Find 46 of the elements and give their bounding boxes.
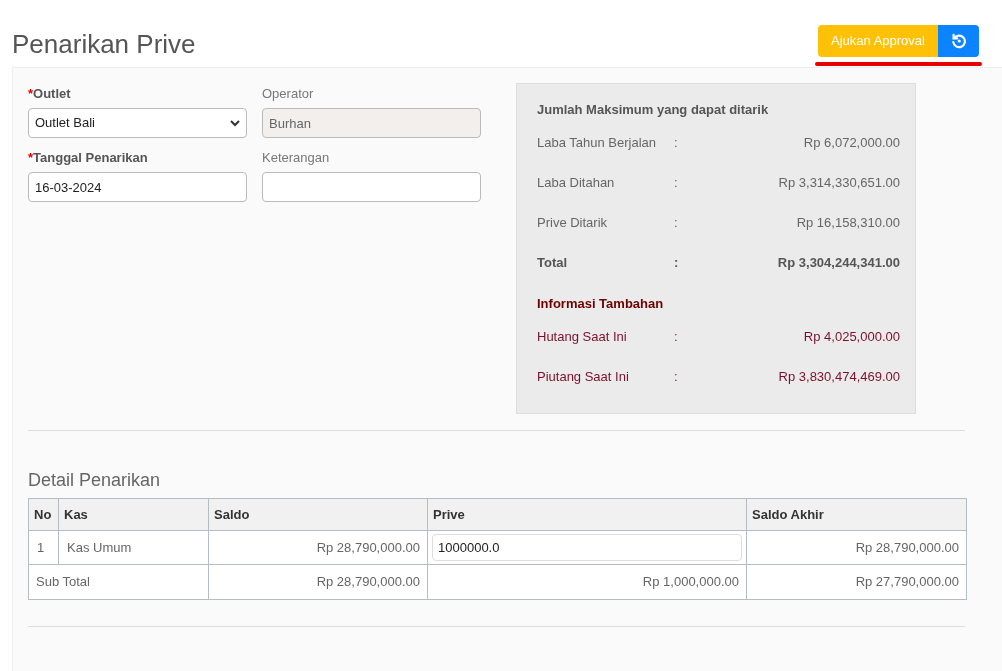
summary-value: Rp 3,830,474,469.00 <box>778 368 900 387</box>
field-label: Operator <box>262 85 315 103</box>
table-cell: Rp 28,790,000.00 <box>208 530 428 565</box>
summary-value: Rp 6,072,000.00 <box>803 134 900 153</box>
summary-value: Rp 3,304,244,341.00 <box>777 254 900 273</box>
table-cell: Rp 28,790,000.00 <box>746 530 967 565</box>
prive-input[interactable]: 1000000.0 <box>432 534 742 561</box>
summary-value: Rp 3,314,330,651.00 <box>778 174 900 193</box>
table-cell: Kas Umum <box>58 530 209 565</box>
outlet-select[interactable]: Outlet Bali <box>28 108 247 138</box>
rotate-arrow-icon <box>950 33 967 49</box>
table-cell: Rp 28,790,000.00 <box>208 564 428 600</box>
input-field[interactable] <box>262 172 481 202</box>
field-label: *Tanggal Penarikan <box>28 149 149 167</box>
colon-separator: : <box>674 214 678 233</box>
summary-heading: Jumlah Maksimum yang dapat ditarik <box>537 101 770 119</box>
summary-label: Laba Tahun Berjalan <box>537 134 657 153</box>
summary-label: Prive Ditarik <box>537 214 608 233</box>
extra-info-heading: Informasi Tambahan <box>537 295 665 313</box>
summary-label: Total <box>537 254 568 273</box>
colon-separator: : <box>674 254 679 273</box>
column-header: No <box>28 498 59 531</box>
summary-label: Piutang Saat Ini <box>537 368 629 387</box>
reset-button[interactable] <box>938 25 979 57</box>
table-cell: Sub Total <box>28 564 209 600</box>
colon-separator: : <box>674 174 678 193</box>
field-label: Keterangan <box>262 149 331 167</box>
column-header: Prive <box>427 498 747 531</box>
column-header: Kas <box>58 498 209 531</box>
chevron-down-icon <box>230 119 240 127</box>
colon-separator: : <box>674 134 678 153</box>
colon-separator: : <box>674 328 678 347</box>
colon-separator: : <box>674 368 678 387</box>
table-cell: 1 <box>28 530 59 565</box>
section-title: Detail Penarikan <box>28 469 162 492</box>
page-title: Penarikan Prive <box>12 28 196 60</box>
summary-label: Laba Ditahan <box>537 174 615 193</box>
column-header: Saldo <box>208 498 428 531</box>
column-header: Saldo Akhir <box>746 498 967 531</box>
table-cell: Rp 1,000,000.00 <box>427 564 747 600</box>
summary-value: Rp 16,158,310.00 <box>796 214 900 233</box>
summary-label: Hutang Saat Ini <box>537 328 627 347</box>
table-cell: Rp 27,790,000.00 <box>746 564 967 600</box>
input-field[interactable]: 16-03-2024 <box>28 172 247 202</box>
summary-value: Rp 4,025,000.00 <box>803 328 900 347</box>
field-label: *Outlet <box>28 85 72 103</box>
